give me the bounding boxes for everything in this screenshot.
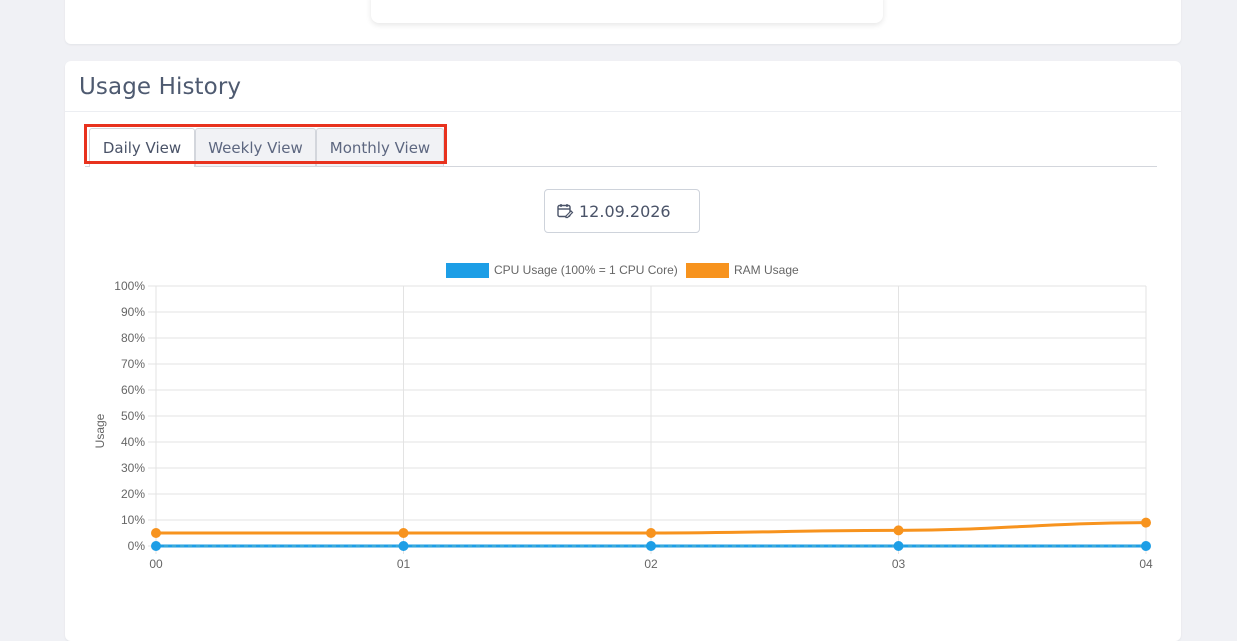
legend-ram-swatch xyxy=(686,263,729,278)
legend-cpu-label: CPU Usage (100% = 1 CPU Core) xyxy=(494,263,678,277)
x-tick-label: 01 xyxy=(397,557,411,571)
ram-point xyxy=(398,528,409,538)
y-tick-label: 0% xyxy=(128,539,146,553)
chart-legend: CPU Usage (100% = 1 CPU Core) RAM Usage xyxy=(446,263,799,278)
y-tick-label: 10% xyxy=(121,513,145,527)
legend-cpu-swatch xyxy=(446,263,489,278)
legend-ram-label: RAM Usage xyxy=(734,263,799,277)
usage-chart: 0% 10% 20% 30% 40% 50% 60% 70% 80% 90% 100% 00 01 02… xyxy=(93,263,1153,571)
ram-point xyxy=(893,525,904,536)
ram-point xyxy=(646,528,656,538)
y-tick-label: 80% xyxy=(121,331,145,345)
chart-grid xyxy=(148,285,1147,554)
y-tick-label: 20% xyxy=(121,487,145,501)
cpu-point xyxy=(646,541,656,551)
cpu-point xyxy=(398,541,409,551)
cpu-point xyxy=(1141,541,1151,551)
y-tick-labels: 0% 10% 20% 30% 40% 50% 60% 70% 80% 90% 100% xyxy=(114,279,145,553)
y-tick-label: 90% xyxy=(121,305,145,319)
ram-point xyxy=(1141,517,1151,528)
cpu-point xyxy=(151,541,161,551)
x-tick-label: 00 xyxy=(149,557,163,571)
x-tick-label: 02 xyxy=(644,557,658,571)
y-tick-label: 60% xyxy=(121,383,145,397)
y-tick-label: 50% xyxy=(121,409,145,423)
y-tick-label: 70% xyxy=(121,357,145,371)
y-tick-label: 40% xyxy=(121,435,145,449)
x-tick-label: 04 xyxy=(1139,557,1153,571)
x-tick-label: 03 xyxy=(892,557,906,571)
x-tick-labels: 00 01 02 03 04 xyxy=(149,557,1153,571)
cpu-point xyxy=(893,541,904,551)
ram-point xyxy=(151,528,161,538)
y-tick-label: 30% xyxy=(121,461,145,475)
y-axis-label: Usage xyxy=(93,413,107,448)
y-tick-label: 100% xyxy=(114,279,145,293)
